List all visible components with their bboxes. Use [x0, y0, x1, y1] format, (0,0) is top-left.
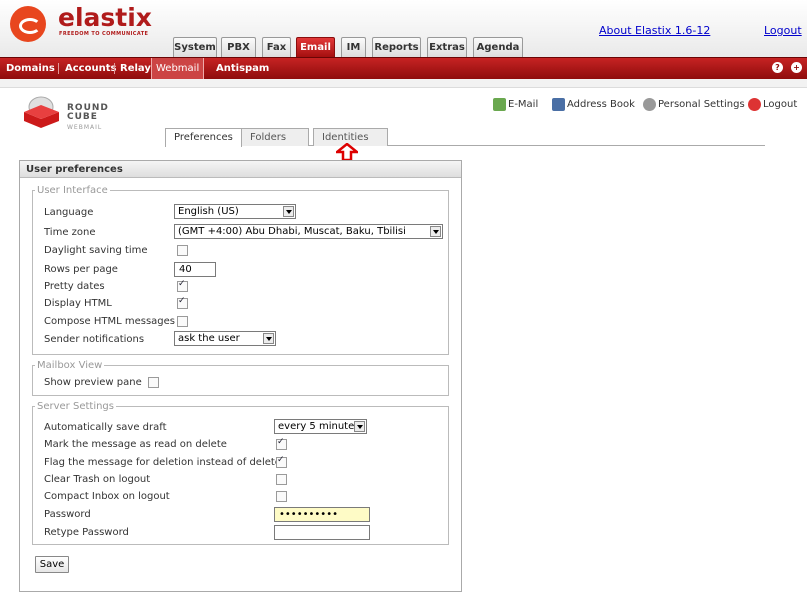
compact-inbox-checkbox[interactable]: [276, 491, 287, 502]
main-tab-im[interactable]: IM: [341, 37, 366, 57]
server-settings-legend: Server Settings: [37, 401, 114, 412]
logout-link[interactable]: Logout: [764, 24, 802, 37]
chevron-down-icon: [354, 421, 365, 432]
retype-password-label: Retype Password: [44, 527, 129, 538]
password-label: Password: [44, 509, 91, 520]
language-select[interactable]: English (US): [174, 204, 296, 219]
user-interface-legend: User Interface: [37, 185, 108, 196]
clear-trash-label: Clear Trash on logout: [44, 474, 151, 485]
app-header: elastix FREEDOM TO COMMUNICATE System PB…: [0, 0, 807, 58]
roundcube-logo-line2: CUBE: [67, 112, 98, 122]
subnav-antispam[interactable]: Antispam: [216, 58, 269, 79]
pretty-dates-label: Pretty dates: [44, 281, 105, 292]
panel-title: User preferences: [20, 161, 461, 178]
help-icon[interactable]: ?: [772, 62, 783, 73]
timezone-value: (GMT +4:00) Abu Dhabi, Muscat, Baku, Tbi…: [178, 226, 406, 237]
flag-delete-label: Flag the message for deletion instead of…: [44, 457, 281, 468]
compose-html-checkbox[interactable]: [177, 316, 188, 327]
main-tab-pbx[interactable]: PBX: [221, 37, 256, 57]
timezone-select[interactable]: (GMT +4:00) Abu Dhabi, Muscat, Baku, Tbi…: [174, 224, 443, 239]
language-value: English (US): [178, 206, 239, 217]
toolbar-address-book-label: Address Book: [567, 99, 635, 110]
elastix-logo-text: elastix: [58, 3, 152, 32]
toolbar-email-label: E-Mail: [508, 99, 539, 110]
mailbox-view-legend: Mailbox View: [37, 360, 103, 371]
chevron-down-icon: [430, 226, 441, 237]
rows-input[interactable]: 40: [174, 262, 216, 277]
main-tab-email[interactable]: Email: [296, 37, 335, 57]
toolbar-personal-settings[interactable]: Personal Settings: [643, 98, 745, 111]
tab-preferences[interactable]: Preferences: [165, 128, 242, 147]
subnav-domains[interactable]: Domains: [6, 58, 55, 79]
language-label: Language: [44, 207, 94, 218]
subnav-divider: [58, 63, 59, 74]
read-on-delete-checkbox[interactable]: [276, 437, 287, 450]
toolbar-logout-label: Logout: [763, 99, 798, 110]
auto-draft-select[interactable]: every 5 minutes: [274, 419, 367, 434]
clear-trash-checkbox[interactable]: [276, 474, 287, 485]
toolbar-email[interactable]: E-Mail: [493, 98, 538, 111]
pretty-dates-checkbox[interactable]: [177, 279, 188, 292]
main-tab-reports[interactable]: Reports: [372, 37, 421, 57]
dst-label: Daylight saving time: [44, 245, 148, 256]
tab-folders[interactable]: Folders: [241, 128, 309, 146]
compose-html-label: Compose HTML messages: [44, 316, 176, 327]
display-html-checkbox[interactable]: [177, 296, 188, 309]
plus-icon[interactable]: +: [791, 62, 802, 73]
about-link[interactable]: About Elastix 1.6-12: [599, 24, 710, 37]
save-button[interactable]: Save: [35, 556, 69, 573]
auto-draft-value: every 5 minutes: [278, 421, 360, 432]
auto-draft-label: Automatically save draft: [44, 422, 167, 433]
subnav-divider: [114, 63, 115, 74]
main-tab-system[interactable]: System: [173, 37, 217, 57]
toolbar-address-book[interactable]: Address Book: [552, 98, 635, 111]
preview-pane-checkbox[interactable]: [148, 377, 159, 388]
rows-label: Rows per page: [44, 264, 118, 275]
chevron-down-icon: [263, 333, 274, 344]
main-tab-fax[interactable]: Fax: [262, 37, 291, 57]
chevron-down-icon: [283, 206, 294, 217]
sender-notifications-label: Sender notifications: [44, 334, 145, 345]
email-icon: [493, 98, 506, 111]
header-strip: [0, 79, 807, 88]
subnav-accounts[interactable]: Accounts: [65, 58, 116, 79]
subnav-relay[interactable]: Relay: [120, 58, 151, 79]
elastix-tagline: FREEDOM TO COMMUNICATE: [59, 31, 149, 37]
address-book-icon: [552, 98, 565, 111]
sender-notifications-select[interactable]: ask the user: [174, 331, 276, 346]
compact-inbox-label: Compact Inbox on logout: [44, 491, 170, 502]
sender-notifications-value: ask the user: [178, 333, 240, 344]
preview-pane-label: Show preview pane: [44, 377, 142, 388]
main-tab-agenda[interactable]: Agenda: [473, 37, 523, 57]
main-tab-extras[interactable]: Extras: [427, 37, 467, 57]
logout-icon: [748, 98, 761, 111]
roundcube-logo-icon: [24, 96, 59, 128]
toolbar-personal-settings-label: Personal Settings: [658, 99, 745, 110]
toolbar-logout[interactable]: Logout: [748, 98, 797, 111]
read-on-delete-label: Mark the message as read on delete: [44, 439, 227, 450]
roundcube-logo-text: ROUND CUBE: [67, 104, 109, 122]
email-subnav: Domains Accounts Relay Webmail Antispam …: [0, 57, 807, 79]
up-arrow-icon: [336, 143, 358, 161]
gear-icon: [643, 98, 656, 111]
dst-checkbox[interactable]: [177, 245, 188, 256]
roundcube-logo-sub: WEBMAIL: [67, 124, 103, 131]
retype-password-input[interactable]: [274, 525, 370, 540]
elastix-logo-icon: [10, 6, 46, 42]
password-input[interactable]: ••••••••••: [274, 507, 370, 522]
subnav-webmail[interactable]: Webmail: [151, 58, 205, 79]
display-html-label: Display HTML: [44, 298, 112, 309]
user-preferences-panel: User preferences User Interface Language…: [19, 160, 462, 592]
flag-delete-checkbox[interactable]: [276, 455, 287, 468]
timezone-label: Time zone: [44, 227, 96, 238]
